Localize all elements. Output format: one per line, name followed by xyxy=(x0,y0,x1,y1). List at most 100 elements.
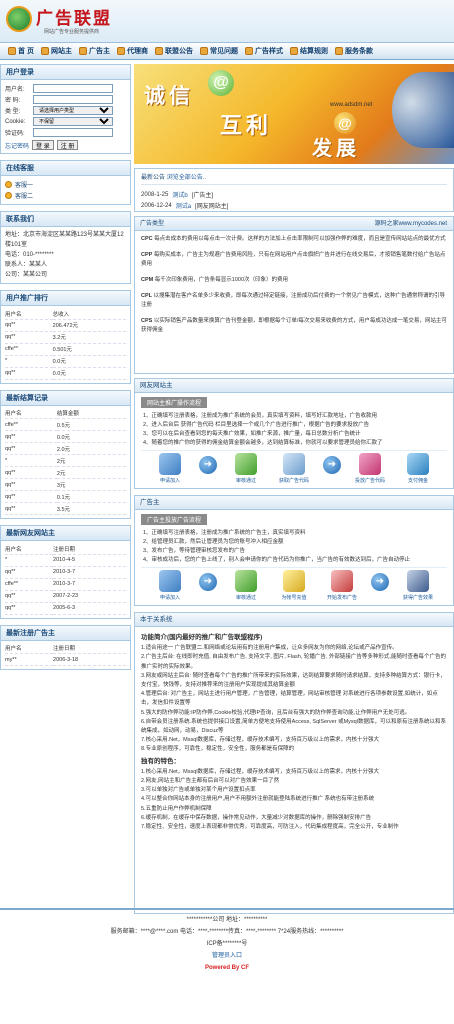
user-type-select[interactable]: 请选择用户类型 xyxy=(33,106,113,115)
step-apply[interactable]: 申请加入 xyxy=(151,570,189,601)
nav-item-terms[interactable]: 服务条款 xyxy=(334,46,373,56)
forgot-password-link[interactable]: 忘记密码 xyxy=(5,141,29,150)
step-apply[interactable]: 申请加入 xyxy=(151,453,189,484)
column-header: 注册日期 xyxy=(53,646,76,653)
table-row: qq** 0.0元 xyxy=(5,431,126,443)
main-nav: 首 页 网站主 广告主 代理商 联盟公告 常见问题 广告样式 结算规则 服务条款 xyxy=(0,42,454,60)
left-sidebar: 用户登录 用户名: 密 码: 类 型: 请选择用户类型 Cookie: 不保留 验证… xyxy=(0,64,131,676)
new-webmaster-title: 最新网友网站主 xyxy=(1,526,130,541)
feature-line: 3.网友或网站主后台: 随时查看每个广告的推广所带来的实际效果，达到结算要求随时… xyxy=(141,672,446,689)
webmaster-flow-title: 网友网站主 xyxy=(135,379,453,393)
chart-icon xyxy=(407,570,429,592)
nav-item-faq[interactable]: 常见问题 xyxy=(199,46,238,56)
webmaster-flow-panel: 网友网站主 网站主推广操作流程 1、正确填写注册表格，注册成为推广系统的会员，真… xyxy=(134,378,454,489)
step-recharge[interactable]: 为帐号充值 xyxy=(275,570,313,601)
nav-item-announcement[interactable]: 联盟公告 xyxy=(154,46,193,56)
webmaster-flow-tab[interactable]: 网站主推广操作流程 xyxy=(141,397,208,408)
column-header: 用户名 xyxy=(5,411,22,418)
nav-item-home[interactable]: 首 页 xyxy=(8,46,34,56)
new-advertiser-panel: 最新注册广告主 用户名 注册日期 my** 2006-3-18 xyxy=(0,624,131,670)
nav-item-agent[interactable]: 代理商 xyxy=(116,46,148,56)
banner-word-3: 发展 xyxy=(312,138,360,160)
announcement-more-link[interactable]: 浏览全部公告.. xyxy=(167,175,206,181)
ad-style-icon xyxy=(244,47,253,55)
flow-step: 3、您可以在后台查看到您的每天推广效果，如推广来源，推广量，每日总数分析广告统计 xyxy=(143,431,361,437)
site-slogan: 网站广告专业服务提供商 xyxy=(44,29,100,35)
step-results[interactable]: 获得广告效果 xyxy=(399,570,437,601)
feature-line: 7.核心采用.Net，Mssql数据库，存储过程，缓存技术编写，支持百万级以上的… xyxy=(141,737,380,744)
step-publish[interactable]: 开始发布广告 xyxy=(323,570,361,601)
login-button[interactable]: 登 录 xyxy=(32,140,54,150)
login-title: 用户登录 xyxy=(1,65,130,80)
arrow-right-icon: ➜ xyxy=(323,456,341,474)
special-line: 3.可以单独对广告或单独对某个用户设置扣点率 xyxy=(141,787,256,794)
nav-item-settlement[interactable]: 结算规则 xyxy=(289,46,328,56)
feature-line: 6.自带会员注册系统.系统也提供接口设置,简单方便地支持使用Access, Sq… xyxy=(141,718,446,735)
step-pay[interactable]: 支付佣金 xyxy=(399,453,437,484)
table-row: qq** 0.0元 xyxy=(5,367,126,379)
ad-types-panel: 广告类型 源码之家www.mycodes.net CPC 每点击成本的费用以每点击… xyxy=(134,216,454,374)
online-service-panel: 在线客服 客服一 客服二 xyxy=(0,160,131,205)
check-icon xyxy=(235,453,257,475)
flow-step: 2、给管理员汇款，然后让管理员为您的账号冲入相应金额 xyxy=(143,539,284,545)
password-label: 密 码: xyxy=(5,98,21,104)
agent-icon xyxy=(116,47,125,55)
feature-line: 1.适合用途一 广告联盟二.和网络或论坛用有的注册用户集成，让众多网友为你的网络… xyxy=(141,645,398,652)
new-advertiser-table: 用户名 注册日期 my** 2006-3-18 xyxy=(5,644,126,667)
flow-step: 2、进入后台后 获得广告代码 栏目里选择一个或几个广告进行推广，根据广告的要求投… xyxy=(143,422,370,428)
column-header: 注册日期 xyxy=(53,546,76,553)
table-row: * 0.0元 xyxy=(5,355,126,367)
advertiser-icon xyxy=(78,47,87,55)
table-row: qq** 0.1元 xyxy=(5,491,126,503)
nav-item-advertiser[interactable]: 广告主 xyxy=(78,46,110,56)
special-line: 2.网友,网站主和广告主都有后台可以对广告效果一目了然 xyxy=(141,778,280,785)
step-get-code[interactable]: 获取广告代码 xyxy=(275,453,313,484)
check-icon xyxy=(235,570,257,592)
hero-banner: @ @ 诚信 互利 www.adsdm.net 发展 xyxy=(134,64,454,164)
ad-type-cpl: CPL 以搜集潜在客户名单多少来收费，即每次通过特定链接，注册成功后付费的一个常… xyxy=(141,293,446,308)
ad-icon xyxy=(331,570,353,592)
admin-login-link[interactable]: 管理员入口 xyxy=(212,953,242,959)
webmaster-icon xyxy=(40,47,49,55)
arrow-right-icon: ➜ xyxy=(371,573,389,591)
site-logo[interactable]: 广告联盟 xyxy=(36,4,112,29)
ad-type-cpc: CPC 每点击成本的费用以每点击一次计费。这样的方法加上点击率限制可以加强作弊的… xyxy=(141,236,446,242)
arrow-right-icon: ➜ xyxy=(199,573,217,591)
login-panel: 用户登录 用户名: 密 码: 类 型: 请选择用户类型 Cookie: 不保留 验证… xyxy=(0,64,131,154)
table-row: my** 2006-3-18 xyxy=(5,654,126,666)
captcha-input[interactable] xyxy=(33,128,113,137)
at-sign-icon: @ xyxy=(208,70,234,96)
column-header: 用户名 xyxy=(5,646,22,653)
column-header: 总收入 xyxy=(52,311,70,318)
announcement-title: 最新公告 xyxy=(141,175,166,181)
banner-word-1: 诚信 xyxy=(144,85,194,108)
feature-line: 2.广告主后台: 在线即时充值, 自由发布广告, 支持文字, 图片, Flash… xyxy=(141,654,446,670)
announcement-item[interactable]: 2008-1-25 测试b [广告主] xyxy=(141,189,447,200)
rank-panel: 用户推广排行 用户名 总收入 qq** 206.472元 qq** 3.2元 cffe… xyxy=(0,290,131,384)
step-approved[interactable]: 审核通过 xyxy=(227,453,265,484)
service-link-1[interactable]: 客服一 xyxy=(5,179,126,190)
banner-url: www.adsdm.net xyxy=(330,102,373,108)
banner-word-2: 互利 xyxy=(220,113,273,138)
announcement-item[interactable]: 2006-12-24 测试a [网友网站主] xyxy=(141,200,447,211)
username-input[interactable] xyxy=(33,84,113,93)
contact-title: 联系我们 xyxy=(1,212,130,227)
nav-item-ad-styles[interactable]: 广告样式 xyxy=(244,46,283,56)
table-row: qq** 3.5元 xyxy=(5,503,126,515)
cookie-select[interactable]: 不保留 xyxy=(33,117,113,126)
password-input[interactable] xyxy=(33,95,113,104)
advertiser-flow-tab[interactable]: 广告主投放广告流程 xyxy=(141,514,208,525)
ad-types-title: 广告类型 xyxy=(140,221,165,227)
username-label: 用户名: xyxy=(5,87,25,93)
special-line: 5.五重防止用户作弊机制保障 xyxy=(141,805,212,812)
table-row: cffe** 2010-3-7 xyxy=(5,578,126,590)
register-button[interactable]: 注 册 xyxy=(56,140,79,150)
nav-item-webmaster[interactable]: 网站主 xyxy=(40,46,72,56)
main-content: @ @ 诚信 互利 www.adsdm.net 发展 最新公告 浏览全部公告..… xyxy=(134,64,454,914)
special-heading: 独有的特色： xyxy=(141,757,180,765)
service-link-2[interactable]: 客服二 xyxy=(5,190,126,201)
step-place-code[interactable]: 投放广告代码 xyxy=(351,453,389,484)
advertiser-step-icons: 申请加入 ➜ 审核通过 为帐号充值 开始发布广告 ➜ 获得广告效果 xyxy=(141,567,447,605)
online-service-title: 在线客服 xyxy=(1,161,130,176)
step-approved[interactable]: 审核通过 xyxy=(227,570,265,601)
